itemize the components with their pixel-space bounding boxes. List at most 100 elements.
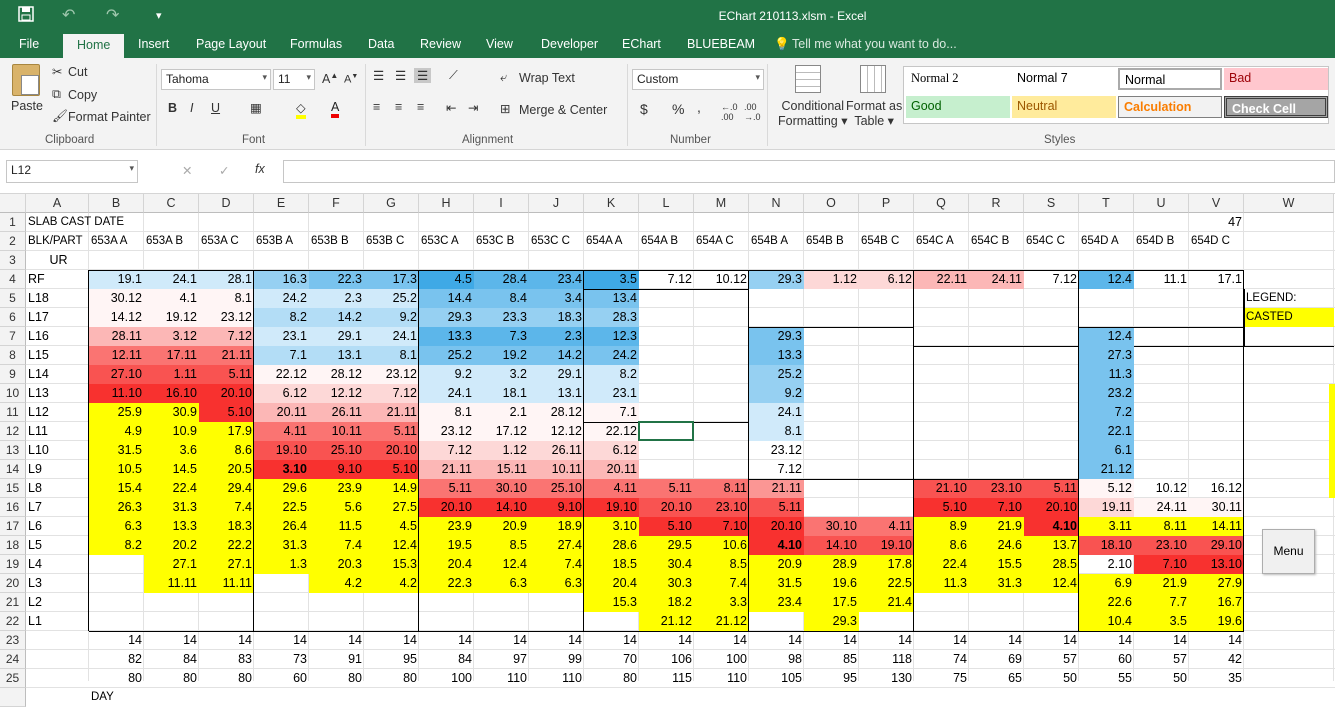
data-cell[interactable]: 8.5 <box>474 536 529 555</box>
column-header[interactable]: E <box>254 194 309 213</box>
summary-cell[interactable]: 80 <box>199 669 254 688</box>
data-cell[interactable]: 1.11 <box>144 365 199 384</box>
data-cell[interactable]: 19.6 <box>1189 612 1244 631</box>
summary-cell[interactable]: 84 <box>419 650 474 669</box>
data-cell[interactable]: 1.12 <box>804 270 859 289</box>
data-cell[interactable]: 19.1 <box>89 270 144 289</box>
data-cell[interactable]: 16.7 <box>1189 593 1244 612</box>
data-cell[interactable]: 11.3 <box>1079 365 1134 384</box>
data-cell[interactable]: 20.9 <box>474 517 529 536</box>
data-cell[interactable]: 30.4 <box>639 555 694 574</box>
data-cell[interactable]: 2.3 <box>309 289 364 308</box>
data-cell[interactable]: 8.1 <box>749 422 804 441</box>
row-header[interactable]: 10 <box>0 384 26 403</box>
legend-casted[interactable]: CASTED <box>1244 308 1334 327</box>
data-cell[interactable]: 10.9 <box>144 422 199 441</box>
data-cell[interactable]: 7.10 <box>694 517 749 536</box>
data-cell[interactable]: 24.1 <box>144 270 199 289</box>
tab-insert[interactable]: Insert <box>138 37 169 51</box>
function-icon[interactable]: fx <box>255 162 265 176</box>
format-painter-button[interactable]: Format Painter <box>68 110 151 124</box>
data-cell[interactable]: 13.3 <box>419 327 474 346</box>
data-cell[interactable]: 18.5 <box>584 555 639 574</box>
data-cell[interactable]: 31.5 <box>749 574 804 593</box>
data-cell[interactable]: 14.11 <box>1189 517 1244 536</box>
data-cell[interactable]: 12.4 <box>474 555 529 574</box>
data-cell[interactable]: 28.12 <box>309 365 364 384</box>
data-cell[interactable]: 26.11 <box>309 403 364 422</box>
row-header[interactable]: 13 <box>0 441 26 460</box>
tab-file[interactable]: File <box>19 37 39 51</box>
data-cell[interactable]: 24.11 <box>969 270 1024 289</box>
data-cell[interactable]: 18.3 <box>529 308 584 327</box>
data-cell[interactable]: 10.5 <box>89 460 144 479</box>
data-cell[interactable]: 23.1 <box>584 384 639 403</box>
align-middle-icon[interactable]: ☰ <box>395 68 406 83</box>
align-left-icon[interactable]: ≡ <box>373 100 380 114</box>
column-header[interactable]: F <box>309 194 364 213</box>
data-cell[interactable]: 24.11 <box>1134 498 1189 517</box>
summary-cell[interactable]: 84 <box>144 650 199 669</box>
summary-cell[interactable]: 60 <box>254 669 309 688</box>
part-header[interactable]: 653B C <box>364 232 419 251</box>
data-cell[interactable]: 28.3 <box>584 308 639 327</box>
data-cell[interactable]: 4.5 <box>364 517 419 536</box>
data-cell[interactable]: 6.1 <box>1079 441 1134 460</box>
data-cell[interactable]: 30.11 <box>1189 498 1244 517</box>
data-cell[interactable]: 21.12 <box>639 612 694 631</box>
data-cell[interactable]: 23.12 <box>199 308 254 327</box>
formula-input[interactable] <box>283 160 1335 183</box>
summary-cell[interactable]: 14 <box>639 631 694 650</box>
data-cell[interactable]: 23.10 <box>1134 536 1189 555</box>
data-cell[interactable]: 14.2 <box>309 308 364 327</box>
data-cell[interactable]: 25.10 <box>309 441 364 460</box>
floor-label[interactable]: L16 <box>26 327 89 346</box>
summary-cell[interactable]: 70 <box>584 650 639 669</box>
cell-a1[interactable]: SLAB CAST DATE <box>26 213 156 232</box>
summary-cell[interactable]: 110 <box>529 669 584 688</box>
data-cell[interactable]: 7.12 <box>639 270 694 289</box>
data-cell[interactable]: 6.12 <box>859 270 914 289</box>
summary-cell[interactable]: 14 <box>1134 631 1189 650</box>
data-cell[interactable]: 21.12 <box>694 612 749 631</box>
data-cell[interactable]: 9.2 <box>749 384 804 403</box>
summary-cell[interactable]: 69 <box>969 650 1024 669</box>
floor-label[interactable]: L15 <box>26 346 89 365</box>
underline-button[interactable]: U <box>211 101 220 115</box>
percent-button[interactable]: % <box>672 101 684 117</box>
floor-label[interactable]: L13 <box>26 384 89 403</box>
floor-label[interactable]: L10 <box>26 441 89 460</box>
cancel-icon[interactable]: ✕ <box>182 163 192 178</box>
column-header[interactable]: T <box>1079 194 1134 213</box>
style-bad[interactable]: Bad <box>1224 68 1328 90</box>
data-cell[interactable]: 21.11 <box>419 460 474 479</box>
data-cell[interactable]: 3.6 <box>144 441 199 460</box>
column-header[interactable]: N <box>749 194 804 213</box>
column-header[interactable]: U <box>1134 194 1189 213</box>
style-normal-2[interactable]: Normal 2 <box>906 68 1010 90</box>
data-cell[interactable]: 14.10 <box>804 536 859 555</box>
column-header[interactable]: H <box>419 194 474 213</box>
tab-echart[interactable]: EChart <box>622 37 661 51</box>
part-header[interactable]: 653A B <box>144 232 199 251</box>
data-cell[interactable]: 21.10 <box>914 479 969 498</box>
part-header[interactable]: 654A A <box>584 232 639 251</box>
data-cell[interactable]: 22.12 <box>584 422 639 441</box>
summary-cell[interactable]: 80 <box>309 669 364 688</box>
data-cell[interactable]: 15.4 <box>89 479 144 498</box>
summary-cell[interactable]: 105 <box>749 669 804 688</box>
data-cell[interactable]: 21.11 <box>199 346 254 365</box>
data-cell[interactable]: 8.2 <box>89 536 144 555</box>
data-cell[interactable]: 5.11 <box>1024 479 1079 498</box>
data-cell[interactable]: 2.3 <box>529 327 584 346</box>
summary-cell[interactable]: 14 <box>364 631 419 650</box>
data-cell[interactable]: 28.4 <box>474 270 529 289</box>
data-cell[interactable]: 14.10 <box>474 498 529 517</box>
orientation-icon[interactable]: ⟋ <box>449 68 458 83</box>
style-normal-7[interactable]: Normal 7 <box>1012 68 1116 90</box>
data-cell[interactable]: 18.3 <box>199 517 254 536</box>
data-cell[interactable]: 8.11 <box>1134 517 1189 536</box>
data-cell[interactable]: 29.3 <box>749 327 804 346</box>
part-header[interactable]: 654C B <box>969 232 1024 251</box>
data-cell[interactable]: 19.10 <box>584 498 639 517</box>
